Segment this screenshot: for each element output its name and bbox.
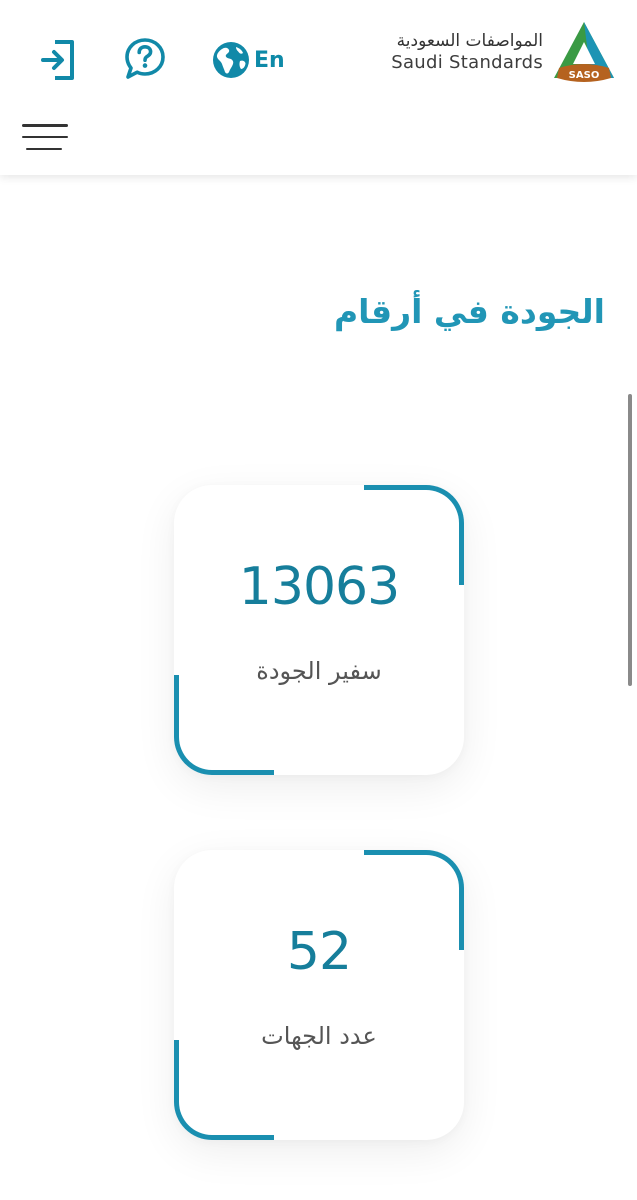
- stat-label: عدد الجهات: [261, 1022, 377, 1050]
- top-header: En المواصفات السعودية Saudi Standards SA…: [0, 0, 637, 175]
- brand-name-ar: المواصفات السعودية: [396, 31, 543, 51]
- saso-logo-icon: SASO: [554, 22, 614, 82]
- login-icon: [41, 40, 74, 80]
- logo-text: SASO: [569, 70, 600, 81]
- section-title: الجودة في أرقام: [333, 292, 605, 331]
- help-button[interactable]: [122, 36, 168, 82]
- brand-text: المواصفات السعودية Saudi Standards: [391, 30, 543, 74]
- brand-logo-link[interactable]: المواصفات السعودية Saudi Standards SASO: [391, 20, 617, 84]
- stat-label: سفير الجودة: [256, 657, 382, 685]
- menu-line: [22, 135, 68, 139]
- stat-value: 13063: [238, 557, 400, 617]
- language-label: En: [254, 47, 285, 73]
- hamburger-menu-icon[interactable]: [22, 124, 68, 150]
- stat-card-quality-ambassadors: 13063 سفير الجودة: [174, 485, 464, 775]
- menu-line: [26, 147, 62, 150]
- page-scrollbar[interactable]: [628, 394, 632, 686]
- card-corner-accent: [174, 675, 274, 775]
- stat-card-entities-count: 52 عدد الجهات: [174, 850, 464, 1140]
- stat-value: 52: [286, 922, 352, 982]
- globe-icon: [213, 42, 249, 78]
- login-button[interactable]: [36, 36, 82, 84]
- brand-name-en: Saudi Standards: [391, 52, 543, 73]
- help-chat-icon: [125, 38, 165, 79]
- language-toggle[interactable]: En: [212, 38, 285, 82]
- card-corner-accent: [174, 1040, 274, 1140]
- menu-line: [22, 124, 68, 127]
